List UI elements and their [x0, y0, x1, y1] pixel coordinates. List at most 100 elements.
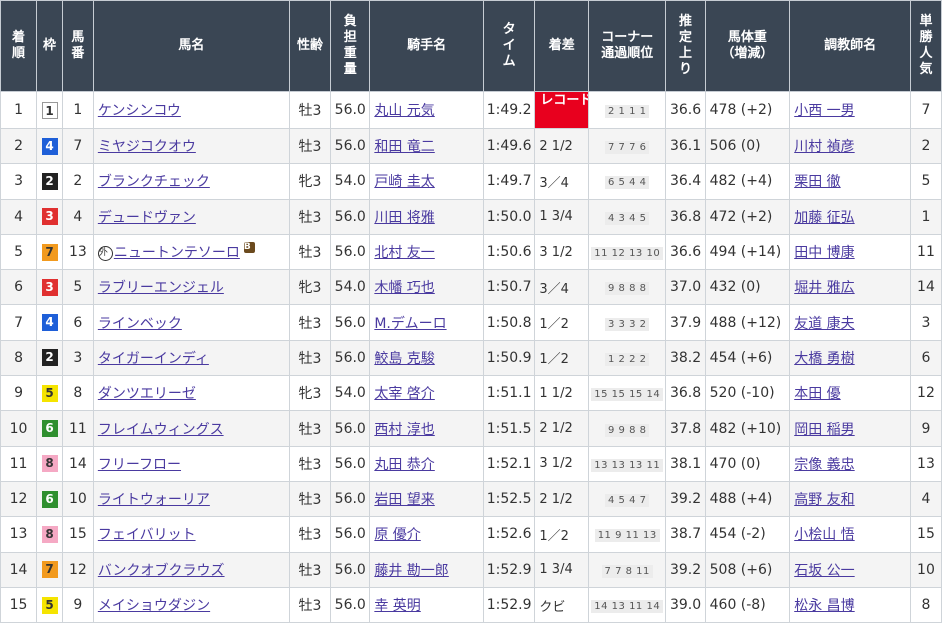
bodyweight-cell: 482 (+10) — [704, 410, 791, 447]
table-row: 9 5 8 ダンツエリーゼ 牝3 54.0 太宰 啓介 1:51.1 1 1/2 15 15 15… — [0, 375, 942, 412]
margin-text: 3 1/2 — [539, 456, 573, 472]
bodyweight-cell-text: 488 (+12) — [709, 314, 782, 331]
trainer-cell-text[interactable]: 田中 博康 — [794, 245, 854, 261]
trainer-cell-text[interactable]: 川村 禎彦 — [794, 139, 854, 155]
jockey-cell-text[interactable]: 西村 淳也 — [374, 422, 434, 438]
weight-cell: 56.0 — [330, 91, 371, 129]
waku-cell: 7 — [36, 551, 63, 588]
margin-cell: 2 1/2 — [534, 127, 590, 165]
jockey-cell-text[interactable]: 川田 将雅 — [374, 210, 434, 226]
horse-name-link[interactable]: ラブリーエンジェル — [98, 280, 224, 296]
jockey-cell-text[interactable]: 幸 英明 — [374, 598, 420, 614]
bodyweight-cell-text: 470 (0) — [709, 455, 761, 472]
trainer-cell-text[interactable]: 大橋 勇樹 — [794, 351, 854, 367]
rank-cell-text: 9 — [14, 385, 24, 402]
trainer-cell-text[interactable]: 石坂 公一 — [794, 563, 854, 579]
jockey-cell-text[interactable]: 戸崎 圭太 — [374, 174, 434, 190]
corner-positions: 4 3 4 5 — [604, 211, 650, 225]
last3f-cell-text: 38.1 — [669, 455, 702, 472]
rank-cell: 2 — [0, 127, 38, 165]
trainer-cell-text[interactable]: 高野 友和 — [794, 492, 854, 508]
jockey-cell-text[interactable]: 藤井 勘一郎 — [374, 563, 448, 579]
last3f-cell-text: 36.8 — [669, 385, 702, 402]
horse-name-link[interactable]: ラインベック — [98, 316, 182, 332]
trainer-cell-text[interactable]: 友道 康夫 — [794, 316, 854, 332]
corner-cell: 7 7 8 11 — [588, 551, 667, 588]
time-cell-text: 1:49.6 — [486, 138, 532, 155]
trainer-cell-text[interactable]: 岡田 稲男 — [794, 422, 854, 438]
jockey-cell: 戸崎 圭太 — [369, 163, 484, 200]
jockey-cell-text[interactable]: 丸田 恭介 — [374, 457, 434, 473]
jockey-cell-text[interactable]: 原 優介 — [374, 527, 420, 543]
popularity-cell: 6 — [909, 339, 942, 377]
sex-age-cell: 牡3 — [288, 586, 332, 624]
horse-name-link[interactable]: バンクオブクラウズ — [98, 563, 225, 579]
popularity-cell: 7 — [909, 91, 942, 129]
header-weight: 負担重量 — [330, 0, 371, 92]
time-cell: 1:49.2 — [482, 91, 536, 129]
jockey-cell-text[interactable]: M.デムーロ — [374, 316, 446, 332]
jockey-cell: 木幡 巧也 — [369, 269, 484, 306]
jockey-cell-text[interactable]: 鮫島 克駿 — [374, 351, 434, 367]
table-row: 12 6 10 ライトウォーリア 牡3 56.0 岩田 望来 1:52.5 2 1/2 4 5 4… — [0, 480, 942, 518]
jockey-cell: 鮫島 克駿 — [369, 339, 484, 377]
trainer-cell: 大橋 勇樹 — [789, 339, 911, 377]
rank-cell-text: 12 — [9, 491, 28, 508]
corner-positions: 2 1 1 1 — [604, 105, 650, 118]
waku-cell: 2 — [36, 163, 63, 200]
trainer-cell-text[interactable]: 小西 一男 — [794, 103, 854, 119]
last3f-cell: 36.6 — [665, 91, 706, 129]
sex-age-cell-text: 牡3 — [298, 315, 322, 332]
jockey-cell-text[interactable]: 和田 竜二 — [374, 139, 434, 155]
weight-cell-text: 56.0 — [334, 526, 366, 543]
trainer-cell-text[interactable]: 本田 優 — [794, 386, 840, 402]
rank-cell: 7 — [0, 304, 38, 341]
horse-name-link[interactable]: デュードヴァン — [98, 210, 196, 226]
horse-name-link[interactable]: フレイムウィングス — [98, 422, 224, 438]
horse-name-link[interactable]: ライトウォーリア — [98, 492, 210, 508]
horse-name-link[interactable]: ケンシンコウ — [98, 103, 181, 119]
bodyweight-cell-text: 472 (+2) — [709, 208, 773, 225]
margin-text: 1 3/4 — [539, 209, 573, 225]
last3f-cell: 39.0 — [665, 586, 706, 624]
jockey-cell-text[interactable]: 北村 友一 — [374, 245, 434, 261]
weight-cell-text: 56.0 — [334, 314, 366, 331]
bodyweight-cell: 432 (0) — [704, 269, 791, 306]
horse-name-link[interactable]: ニュートンテソーロ — [114, 245, 240, 261]
trainer-cell: 堀井 雅広 — [789, 269, 911, 306]
time-cell: 1:51.1 — [482, 375, 536, 412]
last3f-cell: 37.9 — [665, 304, 706, 341]
jockey-cell-text[interactable]: 岩田 望来 — [374, 492, 434, 508]
table-row: 6 3 5 ラブリーエンジェル 牝3 54.0 木幡 巧也 1:50.7 3／4 9 8 8 8 3… — [0, 269, 942, 306]
jockey-cell-text[interactable]: 太宰 啓介 — [374, 386, 434, 402]
weight-cell-text: 54.0 — [334, 173, 366, 190]
corner-positions: 1 2 2 2 — [604, 352, 650, 366]
trainer-cell-text[interactable]: 加藤 征弘 — [794, 210, 854, 226]
trainer-cell-text[interactable]: 宗像 義忠 — [794, 457, 854, 473]
sex-age-cell: 牡3 — [288, 91, 332, 129]
corner-positions: 13 13 13 11 — [591, 458, 664, 472]
jockey-cell-text[interactable]: 木幡 巧也 — [374, 280, 434, 296]
sex-age-cell: 牡3 — [288, 480, 332, 518]
horse-name-link[interactable]: フリーフロー — [98, 457, 181, 473]
horse-name-link[interactable]: ダンツエリーゼ — [98, 386, 196, 402]
trainer-cell-text[interactable]: 栗田 徹 — [794, 174, 840, 190]
horse-name-link[interactable]: タイガーインディ — [98, 351, 209, 367]
trainer-cell-text[interactable]: 小桧山 悟 — [794, 527, 854, 543]
sex-age-cell: 牝3 — [288, 375, 332, 412]
trainer-cell-text[interactable]: 堀井 雅広 — [794, 280, 854, 296]
horse-name-link[interactable]: メイショウダジン — [98, 598, 210, 614]
weight-cell: 56.0 — [330, 410, 371, 447]
jockey-cell-text[interactable]: 丸山 元気 — [374, 103, 434, 119]
trainer-cell: 田中 博康 — [789, 233, 911, 271]
horse-name-cell: フレイムウィングス — [92, 410, 290, 447]
trainer-cell-text[interactable]: 松永 昌博 — [794, 598, 854, 614]
rank-cell: 9 — [0, 375, 38, 412]
horse-name-link[interactable]: フェイバリット — [98, 527, 196, 543]
margin-cell: 3 1/2 — [534, 445, 590, 482]
horse-name-link[interactable]: ブランクチェック — [98, 174, 210, 190]
sex-age-cell: 牡3 — [288, 304, 332, 341]
margin-cell: レコード — [534, 91, 590, 129]
weight-cell-text: 56.0 — [334, 491, 366, 508]
horse-name-link[interactable]: ミヤジコクオウ — [98, 139, 196, 155]
